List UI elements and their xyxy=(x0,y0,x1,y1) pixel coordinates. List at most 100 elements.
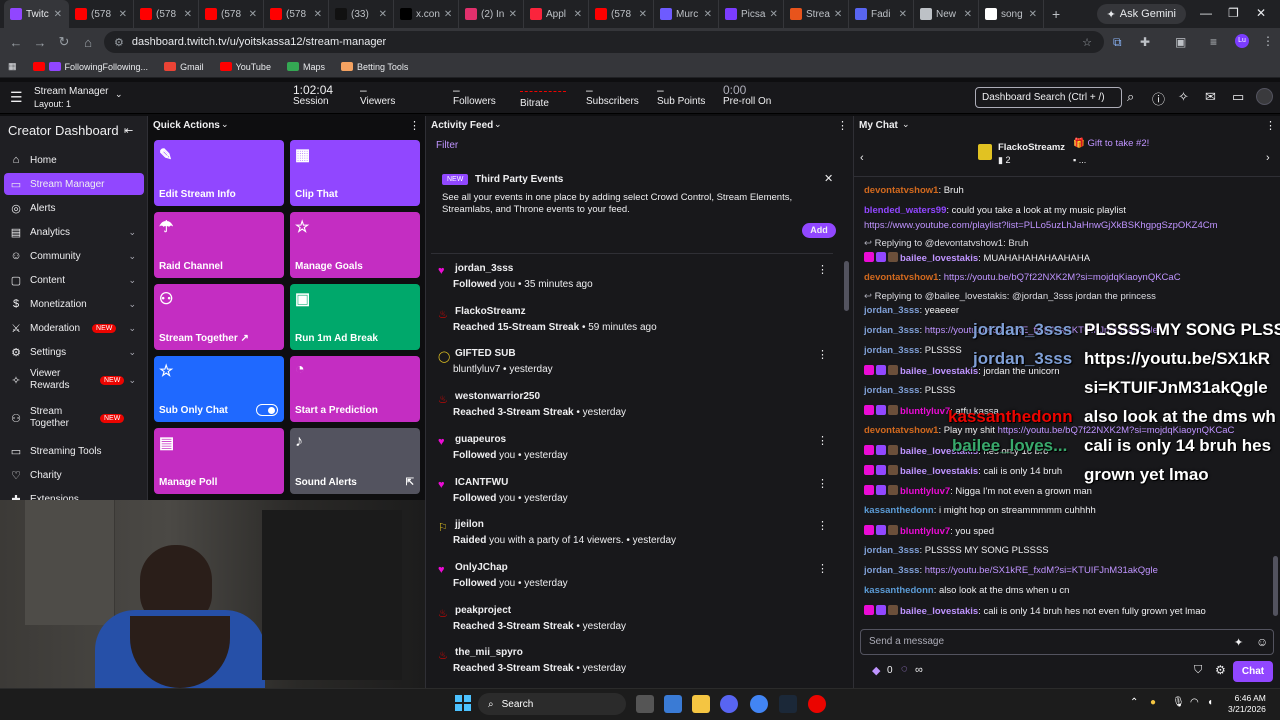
bookmark-gmail[interactable]: Gmail xyxy=(164,62,204,72)
quick-action-start-a-prediction[interactable]: ◔ Start a Prediction xyxy=(290,356,420,422)
site-info-icon[interactable]: ⚙ xyxy=(114,36,124,49)
event-menu-icon[interactable]: ⋮ xyxy=(817,519,828,532)
event-username[interactable]: peakproject xyxy=(455,605,511,616)
channel-points-icon[interactable]: ◌ xyxy=(901,663,908,675)
chat-username[interactable]: bailee_lovestakis xyxy=(900,253,978,264)
profile-avatar[interactable]: Lu xyxy=(1235,34,1249,48)
quick-action-run-1m-ad-break[interactable]: ▣ Run 1m Ad Break xyxy=(290,284,420,350)
close-tab-icon[interactable]: ✕ xyxy=(119,9,127,20)
store-icon[interactable] xyxy=(664,695,682,713)
sidepanel-icon[interactable]: ▣ xyxy=(1175,35,1186,49)
chat-username[interactable]: jordan_3sss xyxy=(864,565,919,576)
sidebar-item-analytics[interactable]: ▤ Analytics ⌄ xyxy=(4,221,144,243)
activity-menu-icon[interactable]: ⋮ xyxy=(837,119,848,132)
browser-tab[interactable]: (33) ✕ xyxy=(329,0,394,28)
browser-tab[interactable]: (578 ✕ xyxy=(134,0,199,28)
reading-list-icon[interactable]: ≡ xyxy=(1210,35,1217,49)
activity-scrollbar[interactable] xyxy=(844,261,849,311)
popout-icon[interactable]: ⇱ xyxy=(406,477,414,488)
chat-message-input[interactable]: Send a message xyxy=(860,629,1274,655)
back-icon[interactable]: ← xyxy=(4,35,28,50)
help-icon[interactable]: ⓘ xyxy=(1152,89,1165,108)
chat-username[interactable]: kassanthedonn xyxy=(864,585,934,596)
browser-tab[interactable]: Strea ✕ xyxy=(784,0,849,28)
restore-icon[interactable]: ❐ xyxy=(1228,6,1239,20)
event-username[interactable]: westonwarrior250 xyxy=(455,391,540,402)
bits-icon[interactable]: ◆ xyxy=(872,664,880,677)
chevron-right-icon[interactable]: › xyxy=(1266,152,1270,164)
event-menu-icon[interactable]: ⋮ xyxy=(817,348,828,361)
sidebar-item-settings[interactable]: ⚙ Settings ⌄ xyxy=(4,341,144,363)
quick-action-stream-together[interactable]: ⚇ Stream Together ↗ xyxy=(154,284,284,350)
shield-icon[interactable]: ⛉ xyxy=(1194,664,1202,677)
close-tab-icon[interactable]: ✕ xyxy=(184,9,192,20)
chat-chevron-icon[interactable]: ⌄ xyxy=(902,119,910,130)
browser-tab[interactable]: (578 ✕ xyxy=(69,0,134,28)
sidebar-item-streaming-tools[interactable]: ▭ Streaming Tools xyxy=(4,440,144,462)
quick-action-clip-that[interactable]: ▦ Clip That xyxy=(290,140,420,206)
sidebar-item-content[interactable]: ▢ Content ⌄ xyxy=(4,269,144,291)
chat-username[interactable]: bailee_lovestakis xyxy=(900,446,978,457)
browser-tab[interactable]: (578 ✕ xyxy=(264,0,329,28)
close-tab-icon[interactable]: ✕ xyxy=(54,9,62,20)
close-window-icon[interactable]: ✕ xyxy=(1256,6,1266,20)
event-username[interactable]: jjeilon xyxy=(455,519,484,530)
chat-menu-icon[interactable]: ⋮ xyxy=(1265,119,1276,132)
minimize-icon[interactable]: — xyxy=(1200,6,1212,20)
event-username[interactable]: GIFTED SUB xyxy=(455,348,516,359)
windows-start-icon[interactable] xyxy=(455,695,471,711)
event-username[interactable]: the_mii_spyro xyxy=(455,647,523,658)
browser-menu-icon[interactable]: ⋮ xyxy=(1262,34,1274,48)
tray-app-icon[interactable]: ● xyxy=(1150,697,1156,708)
close-tab-icon[interactable]: ✕ xyxy=(1029,9,1037,20)
chat-link[interactable]: https://youtu.be/SX1kRE_fxdM?si=KTUIFJnM… xyxy=(925,565,1158,576)
quick-action-edit-stream-info[interactable]: ✎ Edit Stream Info xyxy=(154,140,284,206)
close-tab-icon[interactable]: ✕ xyxy=(444,9,452,20)
microphone-icon[interactable]: 🎙 xyxy=(1172,697,1185,708)
taskbar-search[interactable]: ⌕ Search xyxy=(478,693,626,715)
extensions-puzzle-icon[interactable]: ✚ xyxy=(1140,35,1150,49)
quick-action-raid-channel[interactable]: ☂ Raid Channel xyxy=(154,212,284,278)
sidebar-item-alerts[interactable]: ◎ Alerts xyxy=(4,197,144,219)
event-menu-icon[interactable]: ⋮ xyxy=(817,562,828,575)
discord-icon[interactable] xyxy=(720,695,738,713)
chat-username[interactable]: devontatvshow1 xyxy=(864,185,938,196)
close-promo-icon[interactable]: ✕ xyxy=(824,172,833,185)
search-icon[interactable]: ⌕ xyxy=(1127,89,1134,105)
quick-action-manage-goals[interactable]: ☆ Manage Goals xyxy=(290,212,420,278)
chat-username[interactable]: blended_waters99 xyxy=(864,205,946,216)
sidebar-item-charity[interactable]: ♡ Charity xyxy=(4,464,144,486)
add-button[interactable]: Add xyxy=(802,223,836,238)
event-username[interactable]: guapeuros xyxy=(455,434,506,445)
forward-icon[interactable]: → xyxy=(28,35,52,50)
quick-action-manage-poll[interactable]: ▤ Manage Poll xyxy=(154,428,284,494)
chat-username[interactable]: bailee_lovestakis xyxy=(900,366,978,377)
user-avatar[interactable] xyxy=(1256,88,1273,105)
chat-username[interactable]: bluntlyluv7 xyxy=(900,406,950,417)
close-tab-icon[interactable]: ✕ xyxy=(704,9,712,20)
chat-username[interactable]: bailee_lovestakis xyxy=(900,466,978,477)
new-tab-icon[interactable]: + xyxy=(1052,6,1060,22)
browser-tab[interactable]: Appl ✕ xyxy=(524,0,589,28)
browser-tab[interactable]: (2) In ✕ xyxy=(459,0,524,28)
filter-link[interactable]: Filter xyxy=(436,140,458,151)
bookmark-maps[interactable]: Maps xyxy=(286,62,325,72)
event-username[interactable]: ICANTFWU xyxy=(455,477,508,488)
apps-grid-icon[interactable]: ▦ xyxy=(8,61,17,72)
close-tab-icon[interactable]: ✕ xyxy=(509,9,517,20)
bookmark-betting-tools[interactable]: Betting Tools xyxy=(340,62,408,72)
close-tab-icon[interactable]: ✕ xyxy=(899,9,907,20)
sidebar-item-stream-together[interactable]: ⚇ Stream Together NEW xyxy=(4,403,144,433)
event-menu-icon[interactable]: ⋮ xyxy=(817,434,828,447)
quick-action-sound-alerts[interactable]: ♪ Sound Alerts ⇱ xyxy=(290,428,420,494)
home-browser-icon[interactable]: ⌂ xyxy=(76,35,100,50)
extension-icon[interactable]: ⧉ xyxy=(1113,35,1122,50)
chat-username[interactable]: devontatvshow1 xyxy=(864,272,938,283)
sidebar-item-home[interactable]: ⌂ Home xyxy=(4,149,144,171)
hamburger-menu-icon[interactable]: ☰ xyxy=(10,89,23,106)
event-menu-icon[interactable]: ⋮ xyxy=(817,477,828,490)
browser-tab[interactable]: New ✕ xyxy=(914,0,979,28)
chat-username[interactable]: devontatvshow1 xyxy=(864,425,938,436)
sidebar-item-stream-manager[interactable]: ▭ Stream Manager xyxy=(4,173,144,195)
sidebar-item-moderation[interactable]: ⚔ Moderation NEW ⌄ xyxy=(4,317,144,339)
